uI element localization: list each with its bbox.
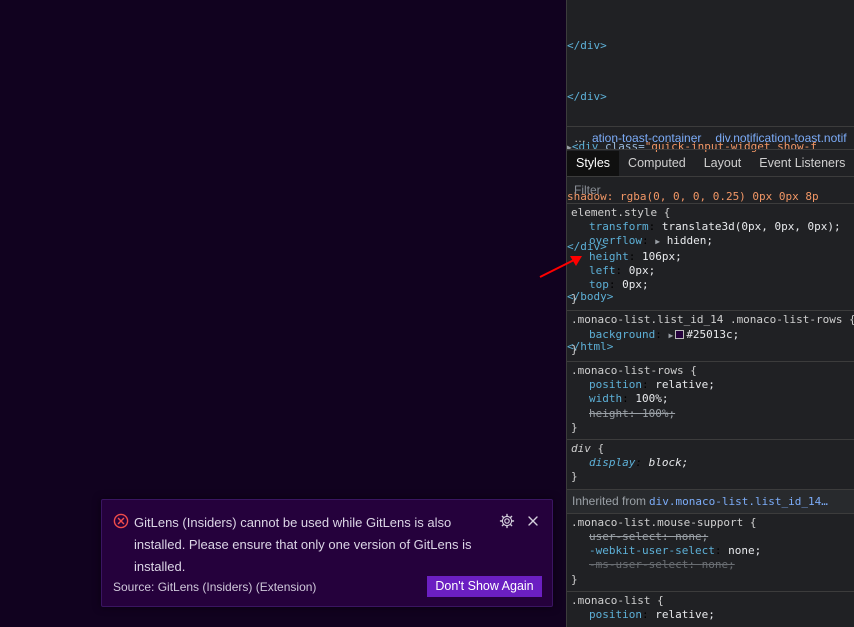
css-property[interactable]: left: 0px;: [571, 264, 854, 278]
css-property[interactable]: top: 0px;: [571, 278, 854, 292]
css-property[interactable]: width: 100%;: [571, 392, 854, 406]
notification-toast: GitLens (Insiders) cannot be used while …: [101, 499, 553, 607]
css-rule: .monaco-list.mouse-support { user-select…: [567, 514, 854, 592]
toast-message: GitLens (Insiders) cannot be used while …: [134, 515, 472, 574]
devtools-panel: </div> </div> ▶<div class="quick-input-w…: [566, 0, 854, 627]
css-property[interactable]: overflow: ▶ hidden;: [571, 234, 854, 249]
css-property[interactable]: -webkit-user-select: none;: [571, 544, 854, 558]
css-rule: element.style { transform: translate3d(0…: [567, 204, 854, 312]
close-icon[interactable]: [524, 512, 542, 530]
css-property[interactable]: height: 106px;: [571, 250, 854, 264]
css-rule: .monaco-list-rows { position: relative; …: [567, 362, 854, 441]
expand-triangle-icon[interactable]: ▶: [655, 237, 660, 246]
breadcrumb: … ation-toast-container div.notification-t…: [567, 126, 854, 150]
tab-computed[interactable]: Computed: [619, 151, 695, 176]
tab-layout[interactable]: Layout: [695, 151, 751, 176]
color-swatch[interactable]: [675, 329, 685, 339]
error-circle-icon: [113, 513, 129, 529]
breadcrumb-item[interactable]: div.notification-toast.notif: [715, 127, 846, 149]
rule-selector[interactable]: .monaco-list-rows: [571, 364, 684, 377]
css-rule: div { display: block; }: [567, 440, 854, 490]
inherited-header: Inherited from div.monaco-list.list_id_14…: [567, 489, 854, 514]
rule-selector[interactable]: .monaco-list: [571, 594, 650, 607]
rule-selector[interactable]: .monaco-list.mouse-support: [571, 516, 743, 529]
breadcrumb-item[interactable]: ation-toast-container: [592, 127, 701, 149]
css-property-overridden[interactable]: -ms-user-select: none;: [571, 558, 854, 572]
filter-input[interactable]: Filter: [567, 178, 854, 204]
dom-tree: </div> </div> ▶<div class="quick-input-w…: [567, 0, 854, 353]
dom-node[interactable]: </div>: [567, 89, 854, 106]
rule-selector[interactable]: element.style: [571, 206, 657, 219]
css-property-overridden[interactable]: user-select: none;: [571, 530, 854, 544]
css-property[interactable]: position: relative;: [571, 608, 854, 622]
rule-selector[interactable]: .monaco-list.list_id_14 .monaco-list-row…: [571, 313, 843, 326]
rule-selector[interactable]: div: [571, 442, 591, 455]
expand-triangle-icon[interactable]: ▶: [668, 331, 673, 340]
css-property[interactable]: display: block;: [571, 456, 854, 470]
dom-node[interactable]: </div>: [567, 38, 854, 55]
tab-styles[interactable]: Styles: [567, 151, 620, 176]
css-rule: .monaco-list { position: relative;: [567, 592, 854, 626]
styles-tabbar: Styles Computed Layout Event Listeners: [567, 151, 854, 177]
toast-source: Source: GitLens (Insiders) (Extension): [113, 580, 317, 594]
css-property[interactable]: background: ▶ #25013c;: [571, 328, 854, 343]
styles-pane: element.style { transform: translate3d(0…: [567, 204, 854, 626]
breadcrumb-overflow[interactable]: …: [574, 127, 586, 149]
gear-icon[interactable]: [499, 513, 515, 529]
css-property[interactable]: transform: translate3d(0px, 0px, 0px);: [571, 220, 854, 234]
inherited-link[interactable]: div.monaco-list.list_id_14…: [649, 495, 828, 508]
dont-show-again-button[interactable]: Don't Show Again: [427, 576, 542, 597]
tab-event-listeners[interactable]: Event Listeners: [750, 151, 854, 176]
css-property-overridden[interactable]: height: 100%;: [571, 407, 854, 421]
css-property[interactable]: position: relative;: [571, 378, 854, 392]
css-rule: .monaco-list.list_id_14 .monaco-list-row…: [567, 311, 854, 363]
